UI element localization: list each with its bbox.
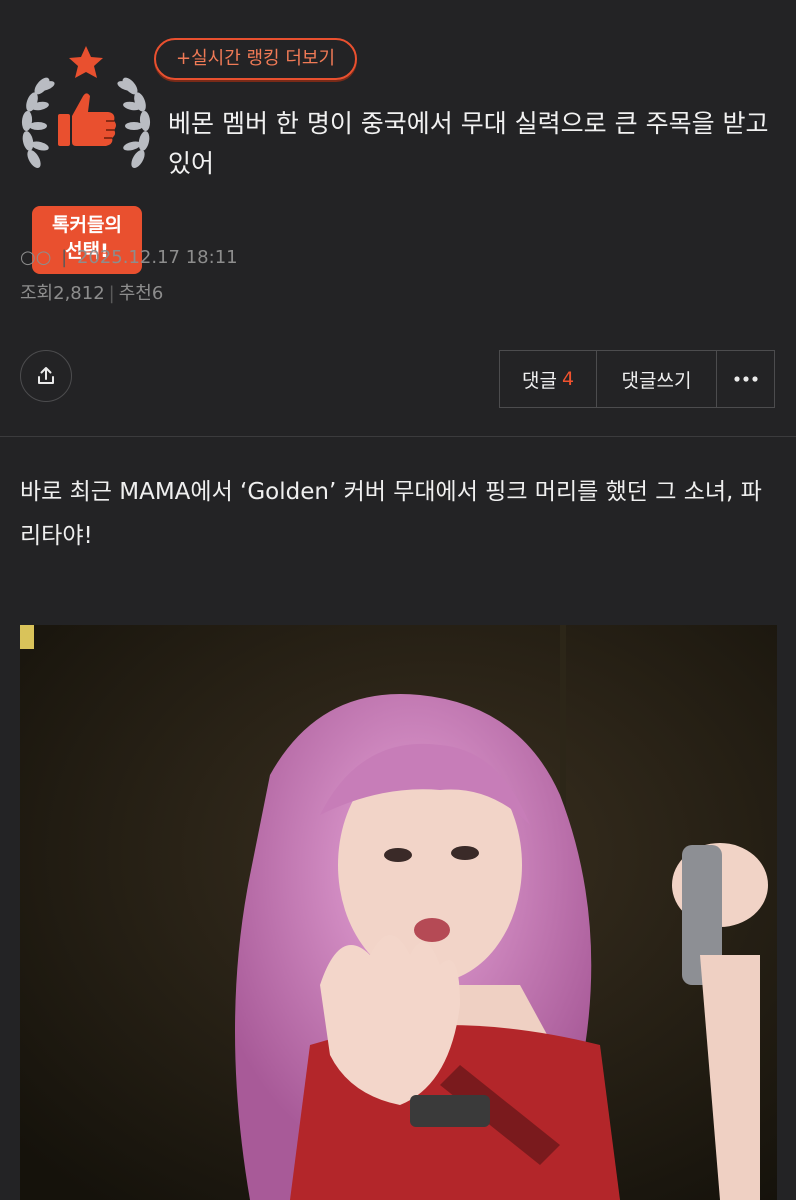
comments-count: 4 — [561, 368, 575, 390]
comments-button[interactable]: 댓글 4 — [499, 350, 597, 408]
meta-separator: | — [55, 247, 73, 268]
post-photo — [20, 625, 777, 1200]
post-actions: 댓글 4 댓글쓰기 — [499, 350, 775, 408]
write-comment-button[interactable]: 댓글쓰기 — [597, 350, 717, 408]
divider — [0, 436, 796, 437]
stage-photo-image — [20, 625, 777, 1200]
more-dots-icon — [733, 376, 758, 382]
post-meta-stats: 조회2,812 | 추천6 — [20, 279, 163, 305]
share-icon — [38, 367, 54, 384]
comments-label: 댓글 — [521, 369, 557, 392]
author-name: ○○ — [20, 247, 52, 268]
thumbs-up-icon — [58, 93, 116, 146]
recommend-label: 추천 — [118, 283, 152, 304]
post-datetime: 2025.12.17 18:11 — [76, 247, 238, 268]
post-title: 베몬 멤버 한 명이 중국에서 무대 실력으로 큰 주목을 받고 있어 — [168, 109, 769, 178]
laurel-thumbs-icon — [21, 46, 151, 169]
share-button[interactable] — [20, 350, 72, 402]
badge-label-line1: 톡커들의 — [52, 214, 122, 236]
recommend-count: 6 — [151, 283, 164, 304]
meta-separator: | — [108, 283, 115, 304]
post-body: 바로 최근 MAMA에서 ‘Golden’ 커버 무대에서 핑크 머리를 했던 … — [20, 479, 762, 549]
realtime-ranking-link[interactable]: +실시간 랭킹 더보기 — [154, 38, 358, 80]
post-page: 톡커들의 선택! +실시간 랭킹 더보기 베몬 멤버 한 명이 중국에서 무대 … — [0, 0, 796, 1200]
views-label: 조회 — [20, 283, 54, 304]
views-count: 2,812 — [53, 283, 105, 304]
more-button[interactable] — [717, 350, 775, 408]
post-meta-author: ○○ | 2025.12.17 18:11 — [20, 247, 238, 268]
talkers-choice-badge: 톡커들의 선택! — [20, 46, 152, 274]
